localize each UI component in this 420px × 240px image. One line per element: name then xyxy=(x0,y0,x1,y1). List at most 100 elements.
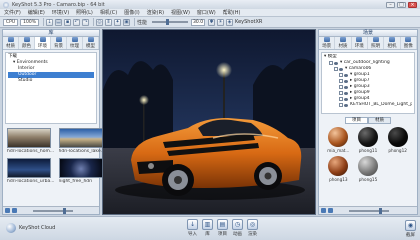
visibility-checkbox[interactable] xyxy=(339,91,343,95)
environment-thumbnail[interactable]: hdri-locations_urba... xyxy=(7,158,55,184)
bottom-tool-animation[interactable]: ◷ 动画 xyxy=(232,219,243,237)
render-icon[interactable]: ◎ xyxy=(247,219,258,230)
material-swatch[interactable]: phong15 xyxy=(355,156,382,182)
animation-icon[interactable]: ◷ xyxy=(232,219,243,230)
workspace-select[interactable]: CPU xyxy=(3,18,19,26)
menu-item[interactable]: 文件(F) xyxy=(4,9,21,16)
grid-view-icon[interactable] xyxy=(5,208,10,213)
material-ball xyxy=(387,127,408,147)
performance-value[interactable]: 30.0 xyxy=(191,18,206,26)
save-icon[interactable]: ▪ xyxy=(64,18,72,26)
visibility-checkbox[interactable] xyxy=(339,103,343,107)
tab-lighting[interactable]: 照明 xyxy=(368,37,385,49)
redo-icon[interactable]: ↷ xyxy=(82,18,90,26)
screenshot-tool[interactable]: ◉ 截屏 xyxy=(405,220,416,238)
tab-environment[interactable]: 环境 xyxy=(352,37,368,49)
import-icon[interactable]: ↓ xyxy=(46,18,54,26)
model-icon xyxy=(87,37,94,42)
menu-item[interactable]: 照明(L) xyxy=(76,9,93,16)
screenshot-icon[interactable]: ◉ xyxy=(405,220,416,231)
grid-view-icon[interactable] xyxy=(321,208,326,213)
menu-item[interactable]: 环境(V) xyxy=(52,9,69,16)
swatch-size-slider[interactable] xyxy=(349,207,389,214)
keyshotxr-icon[interactable]: ◈ xyxy=(226,18,234,26)
thumbnail-caption: hdri-locations_urba... xyxy=(7,179,55,184)
performance-slider[interactable] xyxy=(152,19,189,25)
close-button[interactable]: × xyxy=(408,1,417,8)
scene-tree-item[interactable]: KEYSHOT_BL_Dome_Light_p... xyxy=(324,102,412,108)
menu-item[interactable]: 图像(I) xyxy=(124,9,139,16)
tree-item[interactable]: Studio xyxy=(8,78,94,84)
bottom-tool-import[interactable]: ↓ 导入 xyxy=(187,219,198,237)
import-icon[interactable]: ↓ xyxy=(187,219,198,230)
subtab[interactable]: 材质 xyxy=(368,117,391,124)
material-swatch[interactable]: phong11 xyxy=(355,127,382,153)
tab-material[interactable]: 材质 xyxy=(335,37,352,49)
tab-material[interactable]: 材质 xyxy=(3,37,19,49)
material-swatch[interactable]: mia_mat... xyxy=(325,127,352,153)
menu-item[interactable]: 窗口(W) xyxy=(197,9,216,16)
environment-thumbnail[interactable]: night_free_hdri xyxy=(58,158,105,184)
tab-model[interactable]: 模型 xyxy=(83,37,99,49)
menu-item[interactable]: 编辑(E) xyxy=(28,9,45,16)
tab-background[interactable]: 背景 xyxy=(51,37,67,49)
visibility-checkbox[interactable] xyxy=(334,67,338,71)
environment-thumbnail[interactable]: hdri-locations_lake... xyxy=(58,128,105,154)
screenshot-icon[interactable]: ◎ xyxy=(96,18,104,26)
tab-color[interactable]: 颜色 xyxy=(19,37,35,49)
slider-thumb[interactable] xyxy=(63,207,66,214)
keyshot-cloud-link[interactable]: KeyShot Cloud xyxy=(6,223,55,233)
visibility-checkbox[interactable] xyxy=(339,97,343,101)
tab-texture[interactable]: 纹理 xyxy=(67,37,83,49)
material-swatch[interactable]: phong13 xyxy=(325,156,352,182)
pause-icon[interactable]: Ⅱ xyxy=(105,18,113,26)
menu-item[interactable]: 相机(C) xyxy=(100,9,117,16)
tab-scene[interactable]: 场景 xyxy=(319,37,336,49)
bottom-tool-render[interactable]: ◎ 渲染 xyxy=(247,219,258,237)
slider-thumb[interactable] xyxy=(166,19,170,25)
menu-item[interactable]: 视图(W) xyxy=(171,9,190,16)
minimize-button[interactable]: – xyxy=(386,1,395,8)
pin-icon[interactable]: ✦ xyxy=(114,18,122,26)
list-view-icon[interactable] xyxy=(328,208,333,213)
undo-icon[interactable]: ↶ xyxy=(73,18,81,26)
menu-item[interactable]: 渲染(R) xyxy=(147,9,164,16)
cores-select[interactable]: 100% xyxy=(20,18,40,26)
app-logo-icon xyxy=(3,1,9,8)
tab-environment[interactable]: 环境 xyxy=(35,37,51,49)
environment-tree[interactable]: 下载 ▾ Environments Interior Outdoor Studio xyxy=(5,52,97,124)
bottom-tool-project[interactable]: ▤ 项目 xyxy=(217,219,228,237)
bottom-tool-library[interactable]: ▥ 库 xyxy=(202,219,213,237)
menu-item[interactable]: 帮助(H) xyxy=(223,9,241,16)
thumbnail-size-slider[interactable] xyxy=(33,207,73,214)
visibility-checkbox[interactable] xyxy=(339,85,343,89)
material-swatch[interactable]: phong12 xyxy=(384,127,411,153)
visibility-checkbox[interactable] xyxy=(329,61,333,65)
lock-icon[interactable]: ▣ xyxy=(123,18,131,26)
image-icon xyxy=(405,37,412,42)
library-icon[interactable]: ▥ xyxy=(202,219,213,230)
list-view-icon[interactable] xyxy=(12,208,17,213)
subtab[interactable]: 项目 xyxy=(345,117,368,124)
slider-thumb[interactable] xyxy=(379,207,382,214)
library-tabs: 材质 颜色 环境 背景 纹理 模型 xyxy=(3,37,99,50)
tab-label: 场景 xyxy=(322,44,332,49)
camera-icon xyxy=(388,37,395,42)
visibility-checkbox[interactable] xyxy=(339,79,343,83)
lamp-icon[interactable]: ☀ xyxy=(217,18,225,26)
color-icon xyxy=(23,37,30,42)
maximize-button[interactable]: □ xyxy=(397,1,406,8)
project-icon[interactable]: ▤ xyxy=(217,219,228,230)
open-icon[interactable]: ▤ xyxy=(55,18,63,26)
environment-thumbnail[interactable]: hdri-locations_hom... xyxy=(7,128,55,154)
performance-label: 性能 xyxy=(137,19,148,26)
tab-label: 材质 xyxy=(338,44,348,49)
tab-camera[interactable]: 相机 xyxy=(384,37,401,49)
render-viewport[interactable] xyxy=(102,29,316,215)
scene-tree[interactable]: ▾ 模型 ▾ car_outdoor_lighting ▾ camaro06 ▾ gr… xyxy=(321,52,415,114)
gear-icon[interactable]: ✱ xyxy=(208,18,216,26)
bottom-tool-label: 项目 xyxy=(218,232,227,237)
visibility-checkbox[interactable] xyxy=(339,73,343,77)
tab-image[interactable]: 图像 xyxy=(401,37,417,49)
keyshotxr-label[interactable]: KeyShotXR xyxy=(235,19,262,25)
